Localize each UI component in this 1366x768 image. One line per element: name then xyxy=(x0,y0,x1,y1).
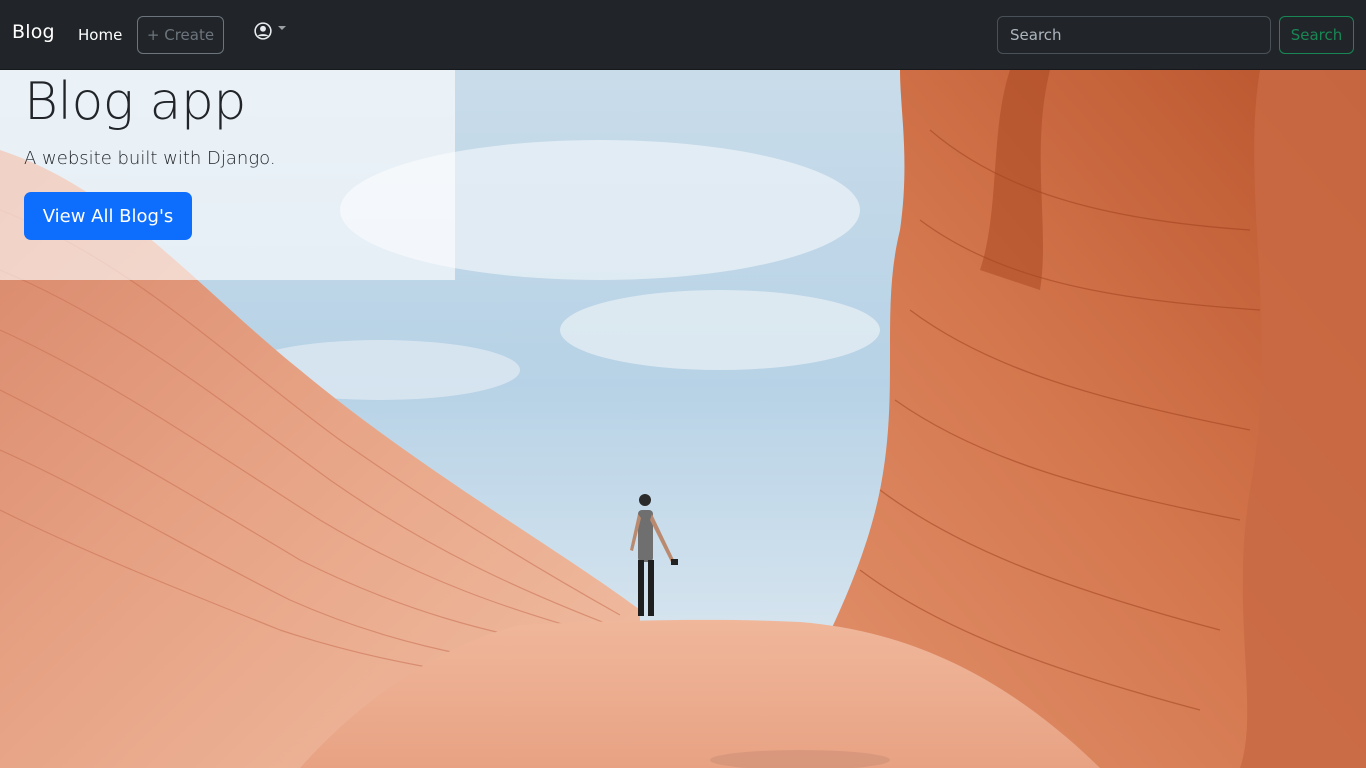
hero-lead-text: A website built with Django. xyxy=(24,148,276,169)
create-button[interactable]: + Create xyxy=(137,16,224,54)
hero-jumbotron: Blog app A website built with Django. Vi… xyxy=(0,70,455,280)
brand-link[interactable]: Blog xyxy=(12,21,55,43)
chevron-down-icon xyxy=(278,26,286,30)
search-button[interactable]: Search xyxy=(1279,16,1354,54)
hero-section: Blog app A website built with Django. Vi… xyxy=(0,70,1366,768)
nav-link-home[interactable]: Home xyxy=(78,26,122,44)
hero-title: Blog app xyxy=(24,72,246,132)
user-dropdown-toggle[interactable] xyxy=(254,20,290,42)
top-navbar: Blog Home + Create Search xyxy=(0,0,1366,70)
search-input[interactable] xyxy=(997,16,1271,54)
person-circle-icon xyxy=(254,22,272,40)
view-all-blogs-button[interactable]: View All Blog's xyxy=(24,192,192,240)
